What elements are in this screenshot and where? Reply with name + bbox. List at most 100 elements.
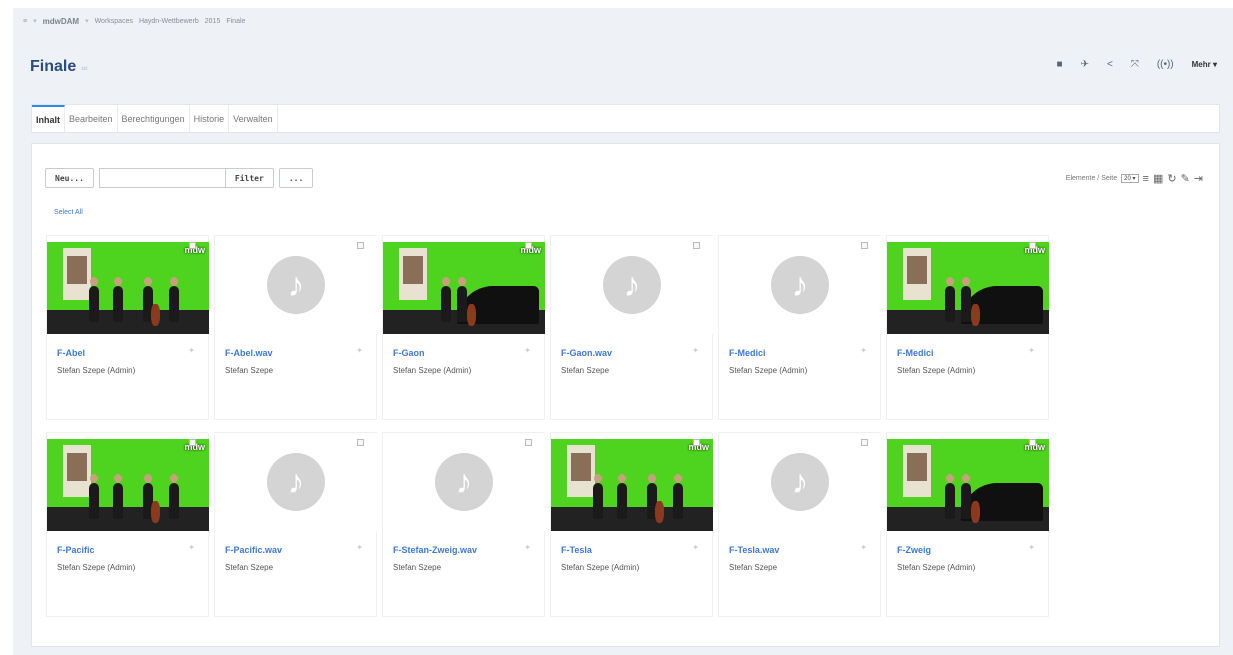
musician: [945, 474, 955, 519]
pin-icon[interactable]: ✦: [356, 543, 363, 552]
asset-title[interactable]: F-Stefan-Zweig.wav: [393, 545, 477, 555]
asset-title[interactable]: F-Pacific: [57, 545, 95, 555]
asset-card[interactable]: ♪ F-Abel.wav ✦ Stefan Szepe: [214, 235, 377, 420]
pin-icon[interactable]: ✦: [188, 543, 195, 552]
asset-grid: mdw F-Abel ✦ Stefan Szepe (Admin) ♪ F-Abel.wa…: [46, 235, 1049, 617]
musician: [113, 474, 123, 519]
pin-icon[interactable]: ✦: [524, 543, 531, 552]
audio-thumbnail[interactable]: ♪: [383, 433, 545, 531]
video-thumbnail[interactable]: mdw: [383, 242, 545, 334]
select-checkbox[interactable]: [693, 242, 700, 249]
pin-icon[interactable]: ✦: [524, 346, 531, 355]
asset-card[interactable]: mdw F-Pacific ✦ Stefan Szepe (Admin): [46, 432, 209, 617]
more-menu-button[interactable]: Mehr ▾: [1192, 60, 1217, 69]
music-note-icon: ♪: [771, 256, 829, 314]
more-options-button[interactable]: ...: [278, 168, 314, 188]
new-button[interactable]: Neu...: [45, 168, 94, 188]
pin-icon[interactable]: ✈: [1081, 59, 1089, 70]
audio-thumbnail[interactable]: ♪: [551, 236, 713, 334]
per-page-label: Elemente / Seite: [1065, 175, 1118, 182]
unpin-icon[interactable]: ✎: [1181, 172, 1190, 185]
select-checkbox[interactable]: [189, 242, 196, 249]
asset-title[interactable]: F-Tesla: [561, 545, 592, 555]
book-icon[interactable]: ■: [1057, 59, 1063, 70]
asset-owner: Stefan Szepe: [225, 366, 274, 375]
pin-icon[interactable]: ✦: [356, 346, 363, 355]
filter-button[interactable]: Filter: [224, 168, 274, 188]
chevron-down-icon[interactable]: ▾: [85, 17, 89, 25]
asset-title[interactable]: F-Tesla.wav: [729, 545, 779, 555]
list-view-icon[interactable]: ≡: [1143, 173, 1149, 185]
fullscreen-icon[interactable]: ⤧: [1131, 59, 1139, 70]
select-checkbox[interactable]: [525, 242, 532, 249]
asset-title[interactable]: F-Medici: [729, 348, 766, 358]
brand-logo[interactable]: mdwDAM: [43, 17, 79, 26]
asset-title[interactable]: F-Zweig: [897, 545, 931, 555]
tab-inhalt[interactable]: Inhalt: [32, 105, 65, 132]
select-checkbox[interactable]: [861, 439, 868, 446]
select-checkbox[interactable]: [861, 242, 868, 249]
video-thumbnail[interactable]: mdw: [551, 439, 713, 531]
asset-title[interactable]: F-Medici: [897, 348, 934, 358]
pin-icon[interactable]: ✦: [860, 543, 867, 552]
tab-historie[interactable]: Historie: [190, 105, 230, 132]
breadcrumb-item[interactable]: Haydn-Wettbewerb: [139, 18, 199, 25]
select-all-link[interactable]: Select All: [54, 209, 83, 216]
asset-card[interactable]: ♪ F-Stefan-Zweig.wav ✦ Stefan Szepe: [382, 432, 545, 617]
refresh-icon[interactable]: ↻: [1167, 172, 1176, 185]
asset-card[interactable]: ♪ F-Pacific.wav ✦ Stefan Szepe: [214, 432, 377, 617]
select-checkbox[interactable]: [357, 242, 364, 249]
broadcast-icon[interactable]: ((•)): [1157, 59, 1174, 70]
select-checkbox[interactable]: [693, 439, 700, 446]
pin-icon[interactable]: ✦: [1028, 346, 1035, 355]
video-thumbnail[interactable]: mdw: [887, 439, 1049, 531]
asset-card[interactable]: mdw F-Medici ✦ Stefan Szepe (Admin): [886, 235, 1049, 420]
asset-card[interactable]: mdw F-Abel ✦ Stefan Szepe (Admin): [46, 235, 209, 420]
select-checkbox[interactable]: [189, 439, 196, 446]
asset-title[interactable]: F-Pacific.wav: [225, 545, 282, 555]
pin-icon[interactable]: ✦: [692, 543, 699, 552]
share-icon[interactable]: <: [1107, 59, 1113, 70]
link-icon[interactable]: ∞: [81, 63, 87, 73]
search-input[interactable]: [98, 168, 225, 188]
music-note-icon: ♪: [435, 453, 493, 511]
tab-berechtigungen[interactable]: Berechtigungen: [118, 105, 190, 132]
select-checkbox[interactable]: [525, 439, 532, 446]
video-thumbnail[interactable]: mdw: [47, 242, 209, 334]
pin-icon[interactable]: ✦: [188, 346, 195, 355]
chevron-down-icon[interactable]: ▾: [33, 17, 37, 25]
per-page-select[interactable]: 20 ▾: [1121, 174, 1139, 183]
breadcrumb-item[interactable]: Workspaces: [95, 18, 133, 25]
asset-title[interactable]: F-Gaon: [393, 348, 425, 358]
video-thumbnail[interactable]: mdw: [887, 242, 1049, 334]
audio-thumbnail[interactable]: ♪: [215, 433, 377, 531]
tab-bearbeiten[interactable]: Bearbeiten: [65, 105, 118, 132]
asset-title[interactable]: F-Gaon.wav: [561, 348, 612, 358]
asset-card[interactable]: ♪ F-Medici ✦ Stefan Szepe (Admin): [718, 235, 881, 420]
asset-card[interactable]: mdw F-Zweig ✦ Stefan Szepe (Admin): [886, 432, 1049, 617]
audio-thumbnail[interactable]: ♪: [215, 236, 377, 334]
asset-title[interactable]: F-Abel.wav: [225, 348, 273, 358]
asset-card[interactable]: ♪ F-Tesla.wav ✦ Stefan Szepe: [718, 432, 881, 617]
audio-thumbnail[interactable]: ♪: [719, 433, 881, 531]
breadcrumb-item[interactable]: Finale: [226, 18, 245, 25]
asset-card[interactable]: mdw F-Gaon ✦ Stefan Szepe (Admin): [382, 235, 545, 420]
asset-title[interactable]: F-Abel: [57, 348, 85, 358]
video-thumbnail[interactable]: mdw: [47, 439, 209, 531]
asset-card[interactable]: mdw F-Tesla ✦ Stefan Szepe (Admin): [550, 432, 713, 617]
asset-owner: Stefan Szepe (Admin): [897, 563, 976, 572]
select-checkbox[interactable]: [357, 439, 364, 446]
tab-verwalten[interactable]: Verwalten: [229, 105, 278, 132]
hamburger-icon[interactable]: ≡: [23, 18, 27, 25]
pin-icon[interactable]: ✦: [1028, 543, 1035, 552]
export-icon[interactable]: ⇥: [1194, 172, 1203, 185]
pin-icon[interactable]: ✦: [692, 346, 699, 355]
asset-owner: Stefan Szepe (Admin): [561, 563, 640, 572]
pin-icon[interactable]: ✦: [860, 346, 867, 355]
asset-card[interactable]: ♪ F-Gaon.wav ✦ Stefan Szepe: [550, 235, 713, 420]
grid-view-icon[interactable]: ▦: [1153, 172, 1163, 185]
select-checkbox[interactable]: [1029, 439, 1036, 446]
select-checkbox[interactable]: [1029, 242, 1036, 249]
breadcrumb-item[interactable]: 2015: [205, 18, 221, 25]
audio-thumbnail[interactable]: ♪: [719, 236, 881, 334]
